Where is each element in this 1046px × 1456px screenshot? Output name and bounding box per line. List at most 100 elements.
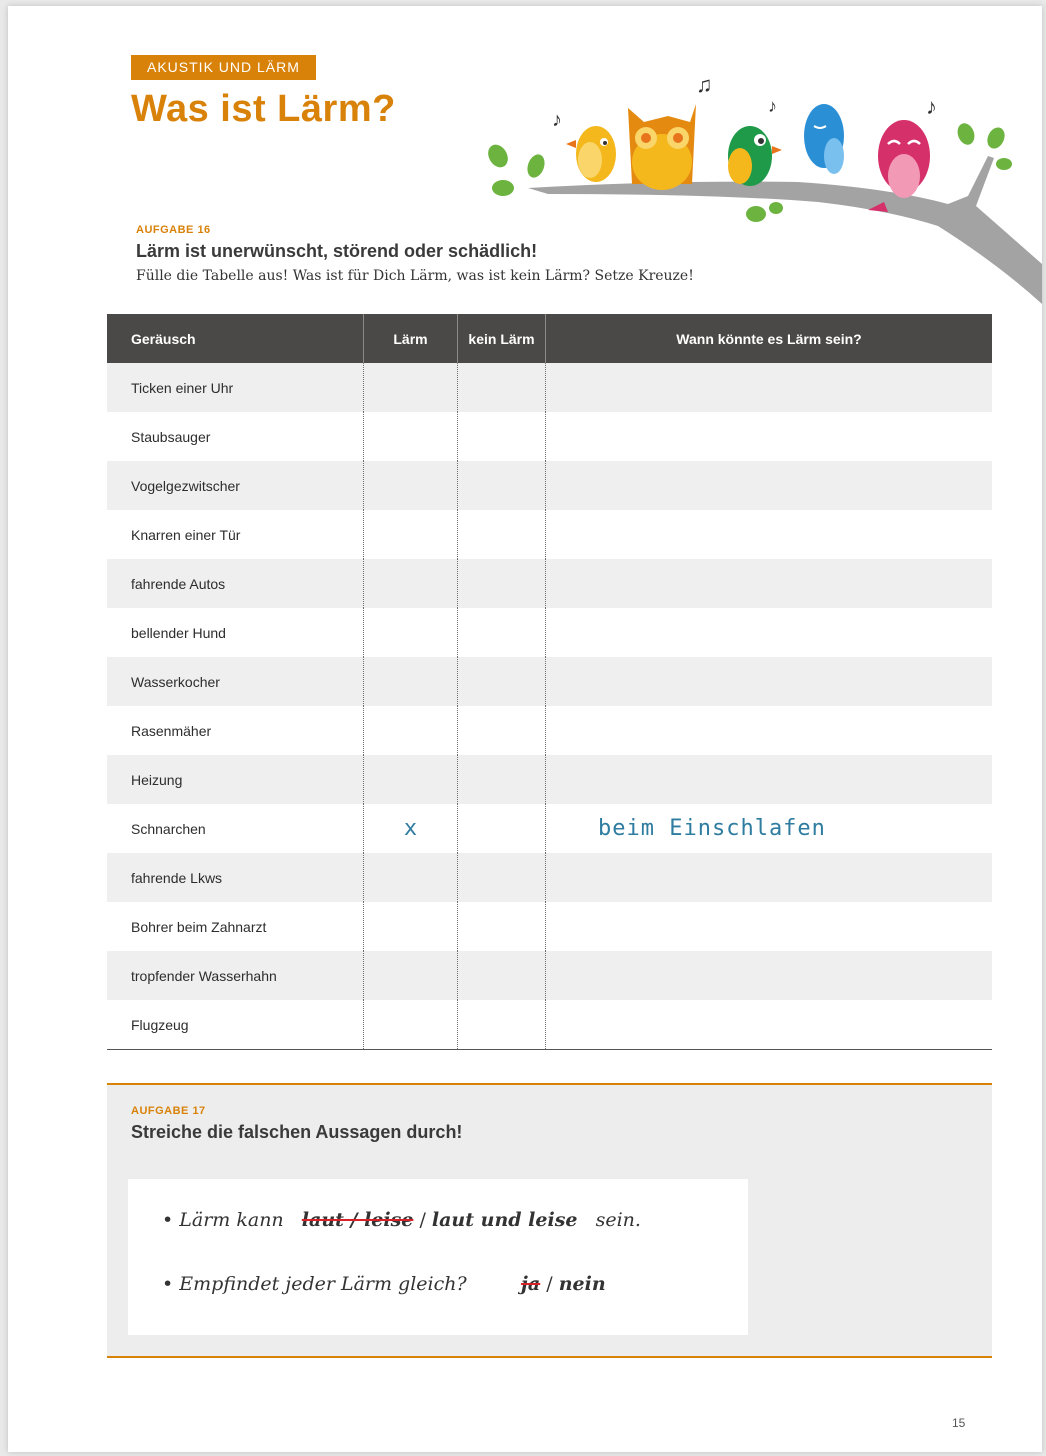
- noise-table: Geräusch Lärm kein Lärm Wann könnte es L…: [107, 314, 992, 1050]
- when-noise-answer-cell[interactable]: [545, 559, 992, 608]
- statement-2-prefix: Empfindet jeder Lärm gleich?: [179, 1273, 467, 1295]
- no-noise-checkbox-cell[interactable]: [457, 657, 545, 706]
- table-row: Rasenmäher: [107, 706, 992, 755]
- no-noise-checkbox-cell[interactable]: [457, 363, 545, 412]
- svg-text:♪: ♪: [552, 109, 562, 131]
- no-noise-checkbox-cell[interactable]: [457, 608, 545, 657]
- table-row: Staubsauger: [107, 412, 992, 461]
- when-noise-answer-cell[interactable]: [545, 902, 992, 951]
- table-row: Bohrer beim Zahnarzt: [107, 902, 992, 951]
- statement-2-struck-option[interactable]: ja: [521, 1273, 540, 1295]
- task17-box: AUFGABE 17 Streiche die falschen Aussage…: [107, 1083, 992, 1358]
- no-noise-checkbox-cell[interactable]: [457, 853, 545, 902]
- table-row: tropfender Wasserhahn: [107, 951, 992, 1000]
- noise-checkbox-cell[interactable]: [363, 608, 457, 657]
- no-noise-checkbox-cell[interactable]: [457, 706, 545, 755]
- no-noise-checkbox-cell[interactable]: [457, 559, 545, 608]
- sound-cell: Flugzeug: [131, 1016, 189, 1033]
- when-noise-answer-cell[interactable]: [545, 706, 992, 755]
- noise-checkbox-cell[interactable]: [363, 510, 457, 559]
- noise-checkbox-cell[interactable]: [363, 461, 457, 510]
- table-row: Ticken einer Uhr: [107, 363, 992, 412]
- no-noise-checkbox-cell[interactable]: [457, 1000, 545, 1049]
- when-noise-answer-cell[interactable]: [545, 755, 992, 804]
- table-body: Ticken einer Uhr Staubsauger Vogelgezwitsc…: [107, 363, 992, 1050]
- statement-1-struck-option[interactable]: laut / leise: [302, 1209, 414, 1231]
- separator: /: [419, 1209, 426, 1231]
- noise-checkbox-cell[interactable]: [363, 902, 457, 951]
- separator: /: [546, 1273, 553, 1295]
- noise-checkbox-cell[interactable]: [363, 1000, 457, 1049]
- when-noise-answer-cell[interactable]: [545, 1000, 992, 1049]
- svg-text:♪: ♪: [768, 96, 777, 116]
- table-row: Heizung: [107, 755, 992, 804]
- noise-checkbox-cell[interactable]: [363, 951, 457, 1000]
- task16-instruction: Fülle die Tabelle aus! Was ist für Dich …: [136, 268, 694, 284]
- no-noise-checkbox-cell[interactable]: [457, 461, 545, 510]
- noise-checkbox-cell[interactable]: [363, 412, 457, 461]
- task16-label: AUFGABE 16: [136, 224, 211, 236]
- statement-1-answer[interactable]: laut und leise: [432, 1209, 578, 1231]
- noise-checkbox-cell[interactable]: [363, 755, 457, 804]
- no-noise-checkbox-cell[interactable]: [457, 804, 545, 853]
- sound-cell: Rasenmäher: [131, 722, 212, 739]
- column-header-when-noise: Wann könnte es Lärm sein?: [545, 314, 992, 363]
- sound-cell: Schnarchen: [131, 820, 206, 837]
- section-label: AKUSTIK UND LÄRM: [131, 55, 316, 80]
- sound-cell: Ticken einer Uhr: [131, 379, 234, 396]
- sound-cell: Heizung: [131, 771, 183, 788]
- task17-label: AUFGABE 17: [131, 1105, 206, 1117]
- statement-2-answer[interactable]: nein: [559, 1273, 606, 1295]
- worksheet-page: AKUSTIK UND LÄRM Was ist Lärm? ♪ ♫ ♪ ♪ A…: [8, 6, 1042, 1452]
- table-row: fahrende Autos: [107, 559, 992, 608]
- noise-checkbox-cell[interactable]: [363, 363, 457, 412]
- sound-cell: tropfender Wasserhahn: [131, 967, 277, 984]
- noise-checkbox-cell[interactable]: [363, 706, 457, 755]
- when-noise-answer-cell[interactable]: [545, 363, 992, 412]
- sound-cell: Bohrer beim Zahnarzt: [131, 918, 267, 935]
- noise-checkbox-cell[interactable]: [363, 559, 457, 608]
- when-noise-answer-cell[interactable]: [545, 412, 992, 461]
- birds-on-branch-illustration: ♪ ♫ ♪ ♪: [488, 72, 1042, 304]
- no-noise-checkbox-cell[interactable]: [457, 412, 545, 461]
- page-title: Was ist Lärm?: [131, 88, 396, 130]
- sound-cell: bellender Hund: [131, 624, 226, 641]
- statement-1: • Lärm kann laut / leise / laut und leis…: [162, 1209, 641, 1231]
- svg-text:♫: ♫: [696, 72, 713, 97]
- noise-checkbox-cell[interactable]: [363, 657, 457, 706]
- task17-heading: Streiche die falschen Aussagen durch!: [131, 1122, 463, 1142]
- no-noise-checkbox-cell[interactable]: [457, 902, 545, 951]
- when-noise-answer-cell[interactable]: [545, 853, 992, 902]
- sound-cell: Knarren einer Tür: [131, 526, 241, 543]
- sound-cell: Vogelgezwitscher: [131, 477, 240, 494]
- no-noise-checkbox-cell[interactable]: [457, 510, 545, 559]
- when-noise-answer-cell[interactable]: [545, 510, 992, 559]
- page-number: 15: [952, 1416, 966, 1430]
- when-noise-answer-cell[interactable]: [545, 608, 992, 657]
- column-header-sound: Geräusch: [131, 330, 196, 347]
- column-header-noise: Lärm: [363, 314, 457, 363]
- statement-1-suffix: sein.: [595, 1209, 641, 1231]
- no-noise-checkbox-cell[interactable]: [457, 755, 545, 804]
- table-row: fahrende Lkws: [107, 853, 992, 902]
- sound-cell: fahrende Autos: [131, 575, 226, 592]
- table-header: Geräusch Lärm kein Lärm Wann könnte es L…: [107, 314, 992, 363]
- svg-text:♪: ♪: [926, 94, 937, 119]
- table-row: Flugzeug: [107, 1000, 992, 1049]
- statements-box: • Lärm kann laut / leise / laut und leis…: [128, 1179, 748, 1335]
- when-noise-answer-cell[interactable]: beim Einschlafen: [545, 804, 992, 853]
- table-row: Vogelgezwitscher: [107, 461, 992, 510]
- table-row: Knarren einer Tür: [107, 510, 992, 559]
- when-noise-answer-cell[interactable]: [545, 951, 992, 1000]
- noise-checkbox-cell[interactable]: [363, 853, 457, 902]
- statement-2: • Empfindet jeder Lärm gleich? ja / nein: [162, 1273, 606, 1295]
- no-noise-checkbox-cell[interactable]: [457, 951, 545, 1000]
- sound-cell: Wasserkocher: [131, 673, 220, 690]
- when-noise-answer-cell[interactable]: [545, 461, 992, 510]
- task16-heading: Lärm ist unerwünscht, störend oder schäd…: [136, 241, 538, 261]
- when-noise-answer-cell[interactable]: [545, 657, 992, 706]
- statement-1-prefix: Lärm kann: [179, 1209, 284, 1231]
- column-header-no-noise: kein Lärm: [457, 314, 545, 363]
- noise-checkbox-cell[interactable]: x: [363, 804, 457, 853]
- bullet: •: [162, 1273, 174, 1295]
